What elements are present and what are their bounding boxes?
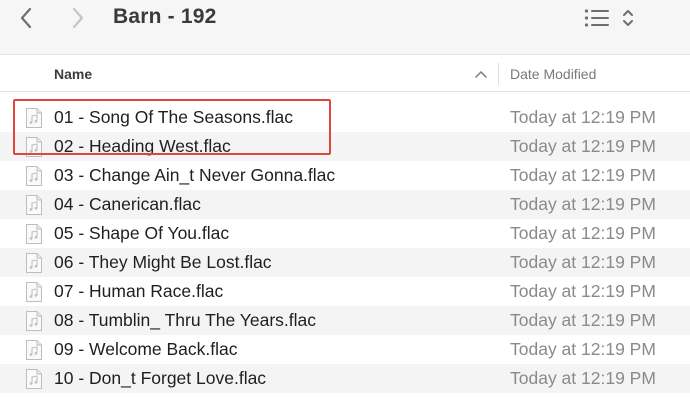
list-view-icon xyxy=(584,9,609,27)
file-date-modified: Today at 12:19 PM xyxy=(510,107,656,127)
file-list: 01 - Song Of The Seasons.flac Today at 1… xyxy=(0,103,690,393)
file-date-modified: Today at 12:19 PM xyxy=(510,223,656,243)
chevron-up-icon[interactable] xyxy=(474,68,488,80)
file-name: 03 - Change Ain_t Never Gonna.flac xyxy=(54,165,336,185)
audio-file-icon xyxy=(26,166,42,186)
audio-file-icon xyxy=(26,253,42,273)
file-name: 08 - Tumblin_ Thru The Years.flac xyxy=(54,310,317,330)
table-row[interactable]: 09 - Welcome Back.flac Today at 12:19 PM xyxy=(0,335,690,364)
audio-file-icon xyxy=(26,340,42,360)
view-options-button[interactable] xyxy=(584,6,640,30)
file-date-modified: Today at 12:19 PM xyxy=(510,252,656,272)
column-header: Name Date Modified xyxy=(0,57,690,92)
file-name: 06 - They Might Be Lost.flac xyxy=(54,252,272,272)
file-name: 02 - Heading West.flac xyxy=(54,136,231,156)
table-row[interactable]: 02 - Heading West.flac Today at 12:19 PM xyxy=(0,132,690,161)
name-column-header[interactable]: Name xyxy=(54,66,92,82)
toolbar: Barn - 192 xyxy=(0,0,690,55)
file-date-modified: Today at 12:19 PM xyxy=(510,339,656,359)
table-row[interactable]: 05 - Shape Of You.flac Today at 12:19 PM xyxy=(0,219,690,248)
window-title: Barn - 192 xyxy=(113,5,217,28)
file-date-modified: Today at 12:19 PM xyxy=(510,194,656,214)
file-name: 05 - Shape Of You.flac xyxy=(54,223,230,243)
table-row[interactable]: 10 - Don_t Forget Love.flac Today at 12:… xyxy=(0,364,690,393)
audio-file-icon xyxy=(26,195,42,215)
file-date-modified: Today at 12:19 PM xyxy=(510,136,656,156)
file-date-modified: Today at 12:19 PM xyxy=(510,165,656,185)
table-row[interactable]: 06 - They Might Be Lost.flac Today at 12… xyxy=(0,248,690,277)
audio-file-icon xyxy=(26,282,42,302)
column-divider[interactable] xyxy=(498,63,499,85)
table-row[interactable]: 07 - Human Race.flac Today at 12:19 PM xyxy=(0,277,690,306)
file-name: 01 - Song Of The Seasons.flac xyxy=(54,107,293,127)
table-row[interactable]: 04 - Canerican.flac Today at 12:19 PM xyxy=(0,190,690,219)
chevron-left-icon xyxy=(20,7,32,29)
audio-file-icon xyxy=(26,137,42,157)
file-name: 04 - Canerican.flac xyxy=(54,194,201,214)
file-date-modified: Today at 12:19 PM xyxy=(510,310,656,330)
file-date-modified: Today at 12:19 PM xyxy=(510,281,656,301)
chevron-right-icon xyxy=(72,7,84,29)
up-down-chevron-icon xyxy=(623,10,633,26)
audio-file-icon xyxy=(26,369,42,389)
forward-button[interactable] xyxy=(66,6,90,30)
file-name: 09 - Welcome Back.flac xyxy=(54,339,238,359)
audio-file-icon xyxy=(26,108,42,128)
table-row[interactable]: 08 - Tumblin_ Thru The Years.flac Today … xyxy=(0,306,690,335)
table-row[interactable]: 01 - Song Of The Seasons.flac Today at 1… xyxy=(0,103,690,132)
file-name: 07 - Human Race.flac xyxy=(54,281,224,301)
date-modified-column-header[interactable]: Date Modified xyxy=(510,66,596,82)
audio-file-icon xyxy=(26,224,42,244)
audio-file-icon xyxy=(26,311,42,331)
table-row[interactable]: 03 - Change Ain_t Never Gonna.flac Today… xyxy=(0,161,690,190)
back-button[interactable] xyxy=(14,6,38,30)
file-name: 10 - Don_t Forget Love.flac xyxy=(54,368,267,388)
file-date-modified: Today at 12:19 PM xyxy=(510,368,656,388)
